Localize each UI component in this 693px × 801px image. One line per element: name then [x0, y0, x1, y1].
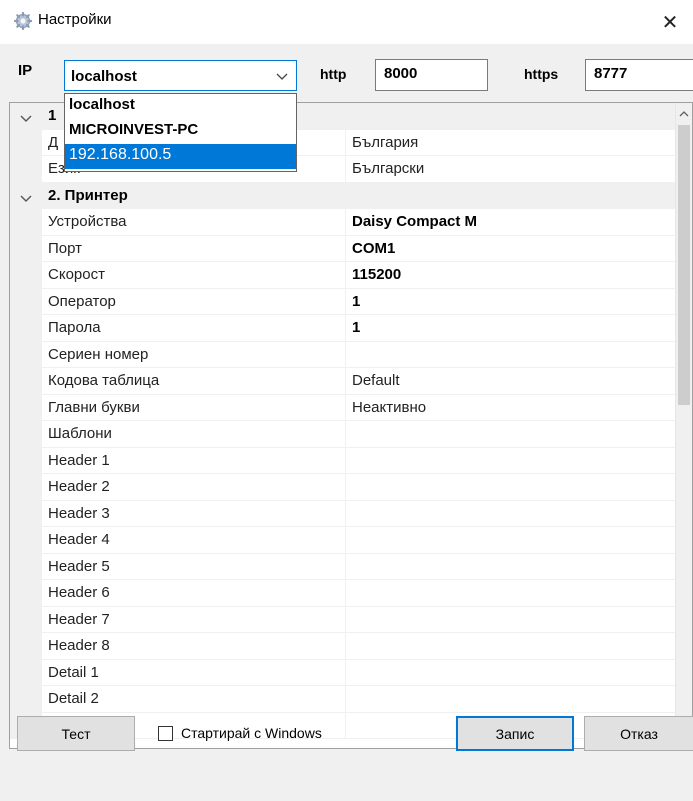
property-value[interactable]: [346, 474, 676, 501]
settings-client-area: IP localhost http 8000 https 8777 1 Д Бъ…: [0, 44, 693, 801]
property-name: Скорост: [42, 262, 346, 289]
property-row[interactable]: Парола 1: [10, 315, 676, 342]
startup-checkbox-label[interactable]: Стартирай с Windows: [181, 725, 322, 741]
dropdown-option-selected[interactable]: 192.168.100.5: [65, 144, 296, 169]
property-name: Header 6: [42, 580, 346, 607]
property-row[interactable]: Header 3: [10, 500, 676, 527]
property-name: Кодова таблица: [42, 368, 346, 395]
property-name: Header 7: [42, 606, 346, 633]
close-icon: ✕: [661, 11, 679, 34]
property-value[interactable]: [346, 448, 676, 474]
property-row[interactable]: Устройства Daisy Compact M: [10, 209, 676, 236]
property-value[interactable]: 1: [346, 315, 676, 342]
property-grid-rows: 1 Д България Език Български 2. Принтер: [10, 103, 676, 739]
property-row[interactable]: Порт COM1: [10, 235, 676, 262]
property-value[interactable]: Default: [346, 368, 676, 395]
property-name: Оператор: [42, 288, 346, 315]
property-value[interactable]: COM1: [346, 236, 676, 262]
property-name: Header 1: [42, 447, 346, 474]
property-name: Detail 1: [42, 659, 346, 686]
settings-gear-icon: [13, 11, 33, 31]
category-label: 2. Принтер: [48, 186, 128, 204]
property-row[interactable]: Header 4: [10, 527, 676, 554]
scroll-up-icon[interactable]: [679, 106, 689, 117]
property-name: Detail 2: [42, 686, 346, 713]
property-row[interactable]: Header 5: [10, 553, 676, 580]
property-row[interactable]: Главни букви Неактивно: [10, 394, 676, 421]
window-title: Настройки: [38, 11, 112, 28]
property-value[interactable]: Неактивно: [346, 395, 676, 421]
property-value[interactable]: [346, 607, 676, 633]
property-row[interactable]: Шаблони: [10, 421, 676, 448]
ip-combobox[interactable]: localhost: [64, 60, 297, 91]
property-row[interactable]: Header 8: [10, 633, 676, 660]
property-row[interactable]: Detail 1: [10, 659, 676, 686]
property-name: Header 5: [42, 553, 346, 580]
property-name: Парола: [42, 315, 346, 342]
property-value[interactable]: [346, 633, 676, 660]
property-value[interactable]: [346, 686, 676, 713]
cancel-button[interactable]: Отказ: [584, 716, 693, 751]
startup-checkbox[interactable]: [158, 725, 173, 741]
property-row[interactable]: Кодова таблица Default: [10, 368, 676, 395]
property-name: Шаблони: [42, 421, 346, 448]
close-button[interactable]: ✕: [647, 0, 693, 44]
http-port-input[interactable]: 8000: [375, 59, 488, 91]
http-label: http: [320, 66, 347, 82]
https-label: https: [524, 66, 559, 82]
property-value[interactable]: [346, 580, 676, 607]
property-value[interactable]: [346, 527, 676, 554]
property-row[interactable]: Header 1: [10, 447, 676, 474]
scrollbar-thumb[interactable]: [678, 125, 690, 405]
property-name: Header 2: [42, 474, 346, 501]
category-row-printer[interactable]: 2. Принтер: [10, 182, 676, 209]
property-row[interactable]: Header 2: [10, 474, 676, 501]
property-name: Порт: [42, 235, 346, 262]
property-name: Header 3: [42, 500, 346, 527]
dropdown-option[interactable]: MICROINVEST-PC: [65, 119, 296, 144]
chevron-down-icon[interactable]: [20, 111, 32, 122]
property-row[interactable]: Header 6: [10, 580, 676, 607]
property-name: Сериен номер: [42, 341, 346, 368]
property-row[interactable]: Detail 2: [10, 686, 676, 713]
ip-dropdown-list[interactable]: localhost MICROINVEST-PC 192.168.100.5: [64, 93, 297, 172]
property-value[interactable]: Български: [346, 156, 676, 183]
ip-label: IP: [18, 62, 33, 79]
property-name: Header 8: [42, 633, 346, 660]
chevron-down-icon[interactable]: [276, 69, 288, 81]
property-value[interactable]: [346, 660, 676, 686]
save-button[interactable]: Запис: [456, 716, 574, 751]
ip-combobox-value: localhost: [71, 68, 137, 85]
property-value[interactable]: България: [346, 130, 676, 156]
title-bar: Настройки ✕: [0, 0, 693, 44]
property-value[interactable]: Daisy Compact M: [346, 209, 676, 236]
vertical-scrollbar[interactable]: [675, 103, 692, 748]
https-port-input[interactable]: 8777: [585, 59, 693, 91]
property-row[interactable]: Скорост 115200: [10, 262, 676, 289]
property-value[interactable]: [346, 554, 676, 580]
property-row[interactable]: Header 7: [10, 606, 676, 633]
test-button[interactable]: Тест: [17, 716, 135, 751]
property-value[interactable]: 1: [346, 289, 676, 315]
property-row[interactable]: Оператор 1: [10, 288, 676, 315]
chevron-down-icon[interactable]: [20, 191, 32, 202]
startup-checkbox-wrap[interactable]: Стартирай с Windows: [158, 725, 322, 741]
property-name: Устройства: [42, 209, 346, 236]
property-name: Header 4: [42, 527, 346, 554]
property-value[interactable]: [346, 342, 676, 368]
property-name: Главни букви: [42, 394, 346, 421]
property-grid[interactable]: 1 Д България Език Български 2. Принтер: [9, 102, 693, 749]
property-row[interactable]: Сериен номер: [10, 341, 676, 368]
property-value[interactable]: [346, 501, 676, 527]
dropdown-option[interactable]: localhost: [65, 94, 296, 119]
property-value[interactable]: [346, 421, 676, 448]
property-value[interactable]: 115200: [346, 262, 676, 289]
